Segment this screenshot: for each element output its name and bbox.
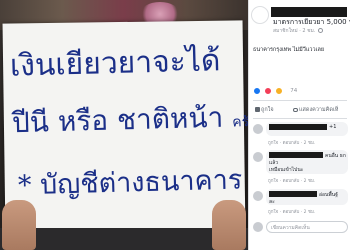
left-hand — [2, 200, 36, 250]
divider — [253, 118, 347, 119]
redacted-poster-name — [271, 7, 347, 17]
haha-reaction-icon — [275, 86, 284, 95]
comment-text: +1 — [329, 124, 337, 130]
comment-actions[interactable]: ถูกใจ · ตอบกลับ · 2 ชม. — [268, 177, 315, 184]
comment-avatar[interactable] — [253, 124, 263, 134]
sign-line-2: ปีนี หรือ ชาติหน้า ครับ — [11, 95, 248, 145]
post-text: ธนาคารกรุงเทพ ไม่มีวีแววเลย — [253, 47, 325, 53]
reaction-count: 74 — [290, 87, 298, 94]
comment-icon — [293, 107, 298, 112]
comment-button[interactable]: แสดงความคิดเห็ — [293, 106, 338, 114]
redacted-commenter-name — [269, 124, 327, 130]
like-button[interactable]: ถูกใจ — [255, 106, 274, 114]
sign-line-2-main: ปีนี หรือ ชาติหน้า — [11, 100, 224, 140]
write-comment-input[interactable]: เขียนความคิดเห็น — [266, 221, 348, 233]
post-meta-text: สมาชิกใหม่ · 2 ชม. — [273, 28, 316, 34]
sign-line-2-suffix: ครับ — [232, 113, 248, 131]
redacted-commenter-name — [269, 152, 323, 158]
reactions-bar[interactable]: 74 — [253, 80, 297, 95]
divider — [253, 100, 347, 101]
comment-text: ละ — [269, 199, 275, 205]
thumbs-up-icon — [255, 107, 260, 112]
comment-label: แสดงความคิดเห็ — [299, 107, 339, 113]
comment-avatar[interactable] — [253, 152, 263, 162]
action-bar: ถูกใจ แสดงความคิดเห็ — [253, 104, 350, 116]
post-meta: สมาชิกใหม่ · 2 ชม. — [273, 27, 324, 35]
table-edge — [0, 228, 248, 250]
comment-text: อ่อนพื้นฐั — [319, 192, 338, 198]
sign-line-3: * บัญชีต่างธนาคาร ... — [17, 164, 248, 202]
comment-actions[interactable]: ถูกใจ · ตอบกลับ · 2 ชม. — [268, 139, 315, 146]
comment-actions[interactable]: ถูกใจ · ตอบกลับ · 2 ชม. — [268, 208, 315, 215]
sign-line-1: เงินเยียวยาจะได้ — [9, 43, 221, 84]
right-hand — [212, 200, 246, 250]
like-label: ถูกใจ — [261, 107, 274, 113]
love-reaction-icon — [264, 86, 273, 95]
write-comment-placeholder: เขียนความคิดเห็น — [271, 225, 310, 231]
redacted-commenter-name — [269, 191, 317, 197]
current-user-avatar — [253, 222, 263, 232]
comment-text: เหมือนเข้าไปนะ — [269, 167, 304, 173]
post-side-panel: มาตรการเยียวยา 5,000 บ สมาชิกใหม่ · 2 ชม… — [248, 0, 350, 250]
like-reaction-icon — [253, 86, 261, 95]
comment-avatar[interactable] — [253, 191, 263, 201]
globe-icon — [318, 28, 324, 33]
post-photo[interactable]: เงินเยียวยาจะได้ ปีนี หรือ ชาติหน้า ครับ… — [0, 0, 248, 250]
poster-avatar[interactable] — [251, 6, 269, 24]
comment-text: คนอื่น ธก — [325, 153, 346, 159]
